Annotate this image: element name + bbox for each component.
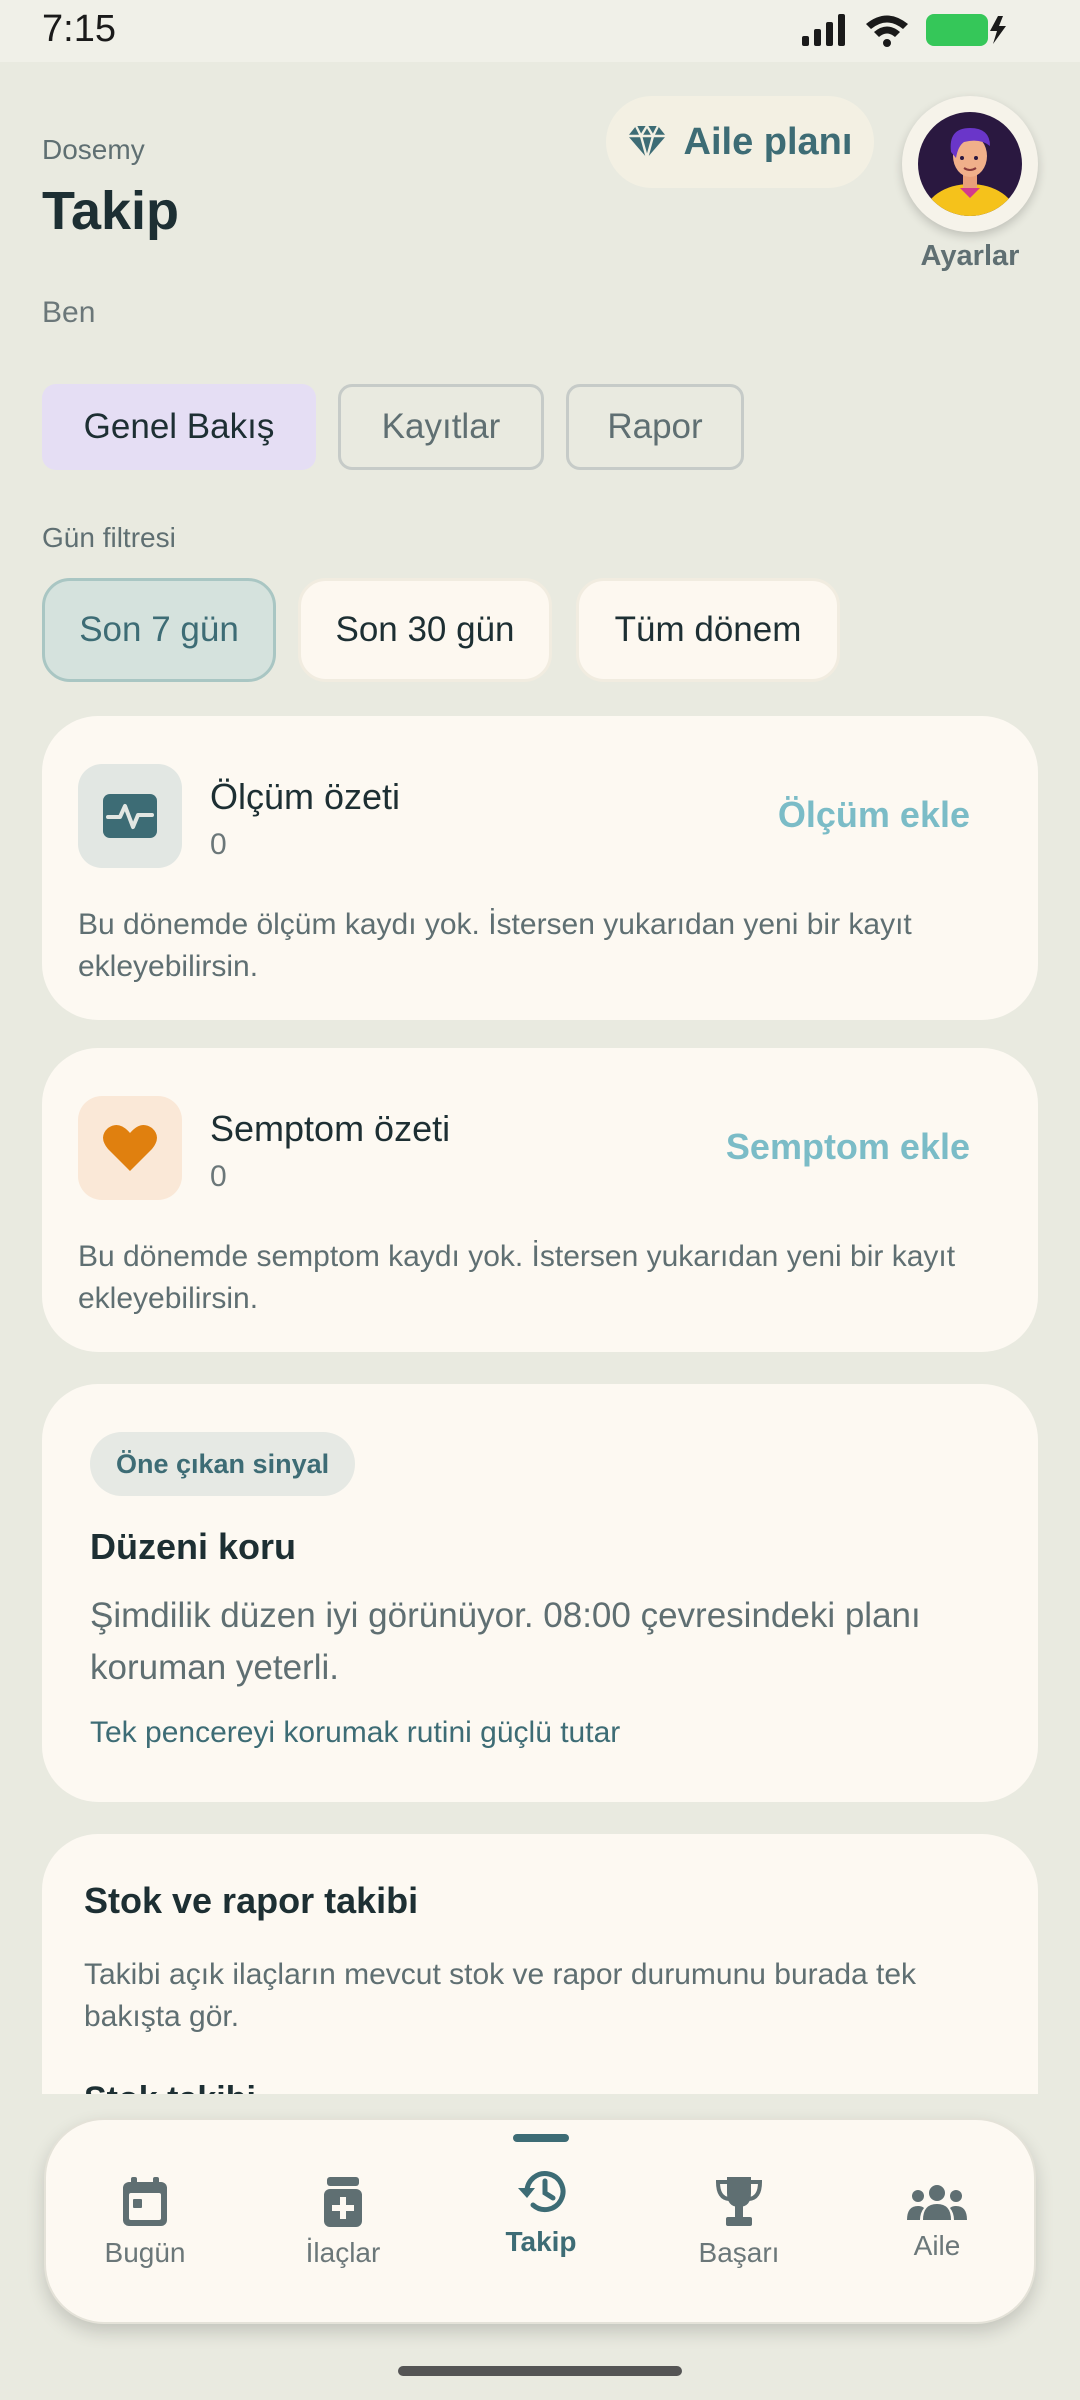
add-measurement-button[interactable]: Ölçüm ekle	[778, 794, 970, 836]
battery-icon	[926, 14, 1006, 46]
nav-label-tracking: Takip	[505, 2226, 577, 2257]
pulse-icon	[78, 764, 182, 868]
add-symptom-button[interactable]: Semptom ekle	[726, 1126, 970, 1168]
status-time: 7:15	[42, 8, 116, 50]
nav-item-medications[interactable]: İlaçlar	[244, 2120, 442, 2326]
history-icon	[518, 2171, 566, 2213]
symptom-empty-text: Bu dönemde semptom kaydı yok. İstersen y…	[78, 1240, 956, 1315]
wifi-icon	[866, 15, 908, 47]
heart-icon	[78, 1096, 182, 1200]
family-plan-button[interactable]: Aile planı	[606, 96, 874, 188]
nav-label-achievements: Başarı	[698, 2237, 780, 2268]
measurement-summary-card: Ölçüm özeti 0 Ölçüm ekle Bu dönemde ölçü…	[42, 716, 1038, 1020]
signal-title: Düzeni koru	[90, 1526, 297, 1567]
filter-chip-7-days[interactable]: Son 7 gün	[42, 578, 276, 682]
measurement-summary-title: Ölçüm özeti	[210, 776, 401, 817]
bottom-navigation: Bugün İlaçlar Takip Başarı Aile	[44, 2118, 1036, 2324]
status-bar: 7:15	[0, 0, 1080, 62]
nav-label-medications: İlaçlar	[305, 2237, 381, 2268]
symptom-summary-card: Semptom özeti 0 Semptom ekle Bu dönemde …	[42, 1048, 1038, 1352]
avatar[interactable]	[902, 96, 1038, 232]
symptom-summary-title: Semptom özeti	[210, 1108, 451, 1149]
signal-icon	[802, 14, 845, 46]
filter-chip-30-days[interactable]: Son 30 gün	[298, 578, 552, 682]
pill-bottle-icon	[324, 2177, 362, 2227]
day-filter-label: Gün filtresi	[42, 522, 176, 553]
nav-item-achievements[interactable]: Başarı	[640, 2120, 838, 2326]
stock-subtitle: Stok takibi	[84, 2080, 256, 2094]
family-icon	[907, 2185, 967, 2220]
signal-badge: Öne çıkan sinyal	[90, 1432, 356, 1496]
highlighted-signal-card: Öne çıkan sinyal Düzeni koru Şimdilik dü…	[42, 1384, 1038, 1802]
signal-text: Şimdilik düzen iyi görünüyor. 08:00 çevr…	[90, 1596, 921, 1687]
nav-label-today: Bugün	[104, 2237, 186, 2268]
tab-records[interactable]: Kayıtlar	[338, 384, 544, 470]
app-name: Dosemy	[42, 134, 145, 165]
measurement-count: 0	[210, 828, 227, 861]
trophy-icon	[715, 2177, 763, 2226]
settings-label[interactable]: Ayarlar	[900, 240, 1040, 273]
calendar-icon	[123, 2177, 167, 2226]
nav-item-today[interactable]: Bugün	[46, 2120, 244, 2326]
tab-overview[interactable]: Genel Bakış	[42, 384, 316, 470]
family-plan-label: Aile planı	[683, 120, 853, 163]
signal-note: Tek pencereyi korumak rutini güçlü tutar	[90, 1716, 621, 1749]
active-nav-indicator	[513, 2134, 569, 2142]
stock-report-card: Stok ve rapor takibi Takibi açık ilaçlar…	[42, 1834, 1038, 2094]
nav-item-tracking[interactable]: Takip	[442, 2120, 640, 2326]
profile-name[interactable]: Ben	[42, 296, 95, 330]
stock-text: Takibi açık ilaçların mevcut stok ve rap…	[84, 1958, 917, 2033]
nav-label-family: Aile	[913, 2230, 961, 2261]
tab-report[interactable]: Rapor	[566, 384, 744, 470]
nav-item-family[interactable]: Aile	[838, 2120, 1036, 2326]
status-icons	[802, 12, 1010, 48]
symptom-count: 0	[210, 1160, 227, 1193]
avatar-image	[918, 112, 1022, 216]
home-indicator[interactable]	[398, 2366, 682, 2376]
measurement-empty-text: Bu dönemde ölçüm kaydı yok. İstersen yuk…	[78, 908, 912, 983]
diamond-icon	[627, 126, 666, 158]
page-title: Takip	[42, 181, 180, 241]
stock-title: Stok ve rapor takibi	[84, 1880, 419, 1921]
filter-chip-all-time[interactable]: Tüm dönem	[576, 578, 840, 682]
